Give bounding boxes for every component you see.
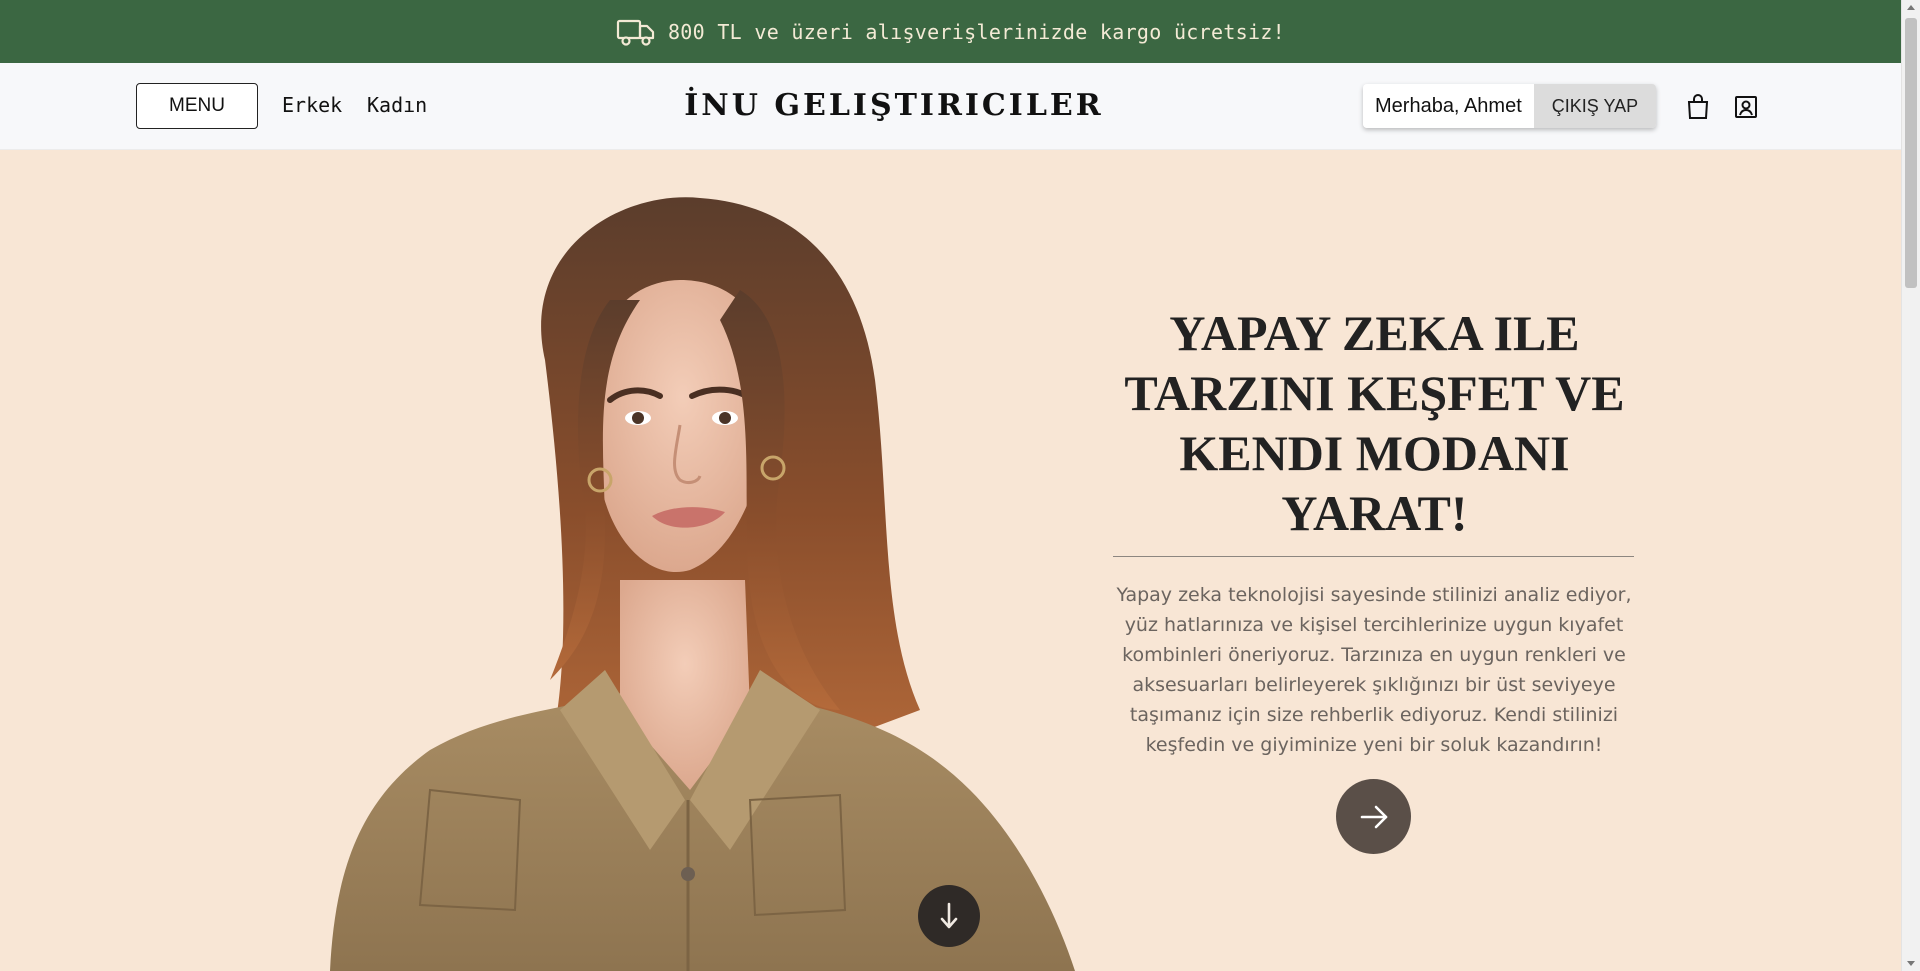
woman-in-khaki-shirt-photo <box>330 197 1075 971</box>
page-scrollbar[interactable] <box>1901 0 1920 971</box>
greeting-text: Merhaba, Ahmet <box>1363 84 1534 128</box>
truck-icon <box>616 17 656 47</box>
headline-divider <box>1113 556 1634 557</box>
hero-headline: YAPAY ZEKA ILE TARZINI KEŞFET VE KENDI M… <box>1124 305 1625 541</box>
arrow-down-icon <box>940 902 958 929</box>
announcement-text: 800 TL ve üzeri alışverişlerinizde kargo… <box>667 19 1286 44</box>
site-header: MENU Erkek Kadın İNU GELIŞTIRICILER Merh… <box>0 63 1901 150</box>
cta-arrow-button[interactable] <box>1336 779 1411 854</box>
user-account-icon[interactable] <box>1732 93 1760 121</box>
announcement-bar: 800 TL ve üzeri alışverişlerinizde kargo… <box>0 0 1901 63</box>
logout-button[interactable]: ÇIKIŞ YAP <box>1533 84 1657 128</box>
scroll-down-button[interactable] <box>918 885 980 947</box>
user-session-group: Merhaba, Ahmet ÇIKIŞ YAP <box>1363 84 1657 128</box>
hero-section: YAPAY ZEKA ILE TARZINI KEŞFET VE KENDI M… <box>0 150 1901 971</box>
arrow-right-icon <box>1360 805 1387 828</box>
scroll-up-arrow-icon[interactable] <box>1907 5 1915 10</box>
shopping-bag-icon[interactable] <box>1684 93 1712 121</box>
hero-description: Yapay zeka teknolojisi sayesinde stilini… <box>1116 584 1632 756</box>
scroll-down-arrow-icon[interactable] <box>1907 961 1915 966</box>
scrollbar-thumb[interactable] <box>1905 18 1917 288</box>
